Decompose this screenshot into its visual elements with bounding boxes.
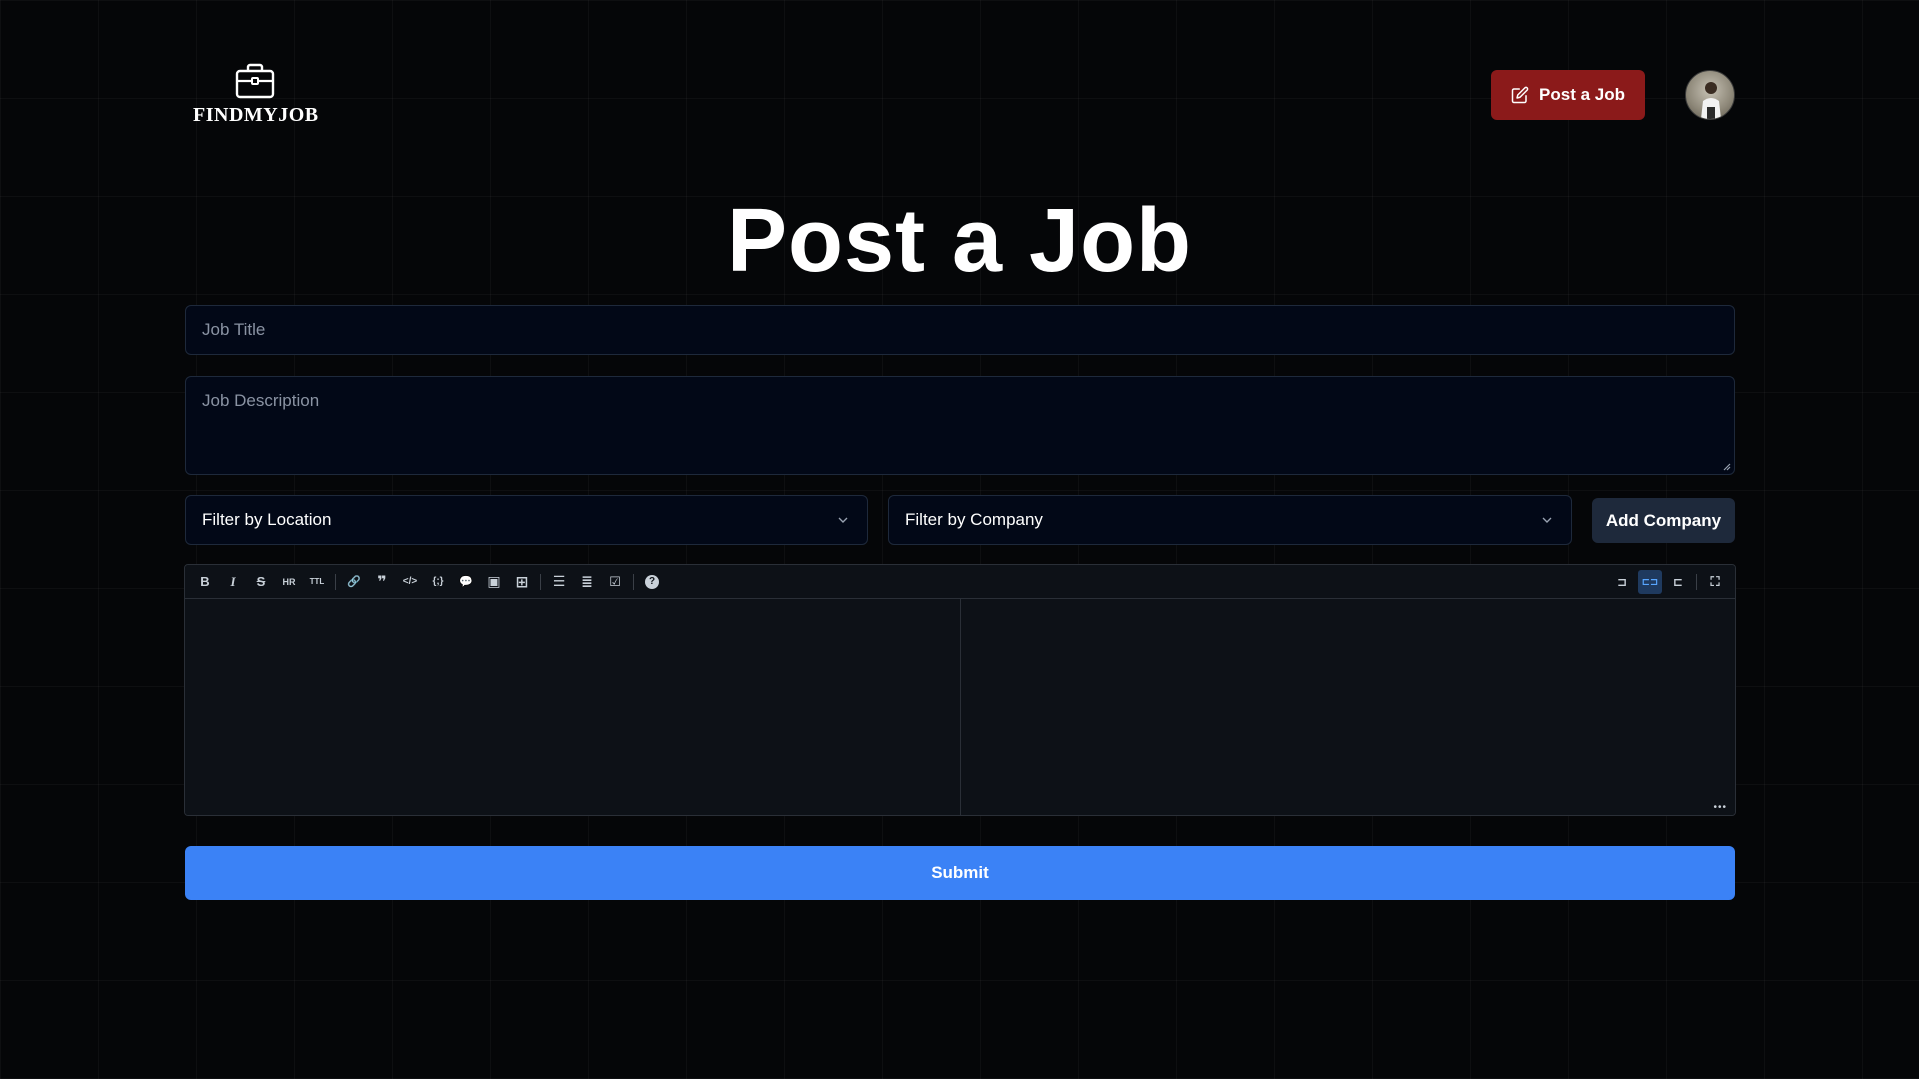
hr-icon[interactable]: HR bbox=[277, 570, 301, 594]
user-avatar-icon bbox=[1701, 82, 1721, 119]
job-title-input[interactable] bbox=[185, 305, 1735, 355]
company-select[interactable]: Filter by Company bbox=[888, 495, 1572, 545]
ordered-list-icon[interactable]: ≣ bbox=[575, 570, 599, 594]
edit-mode-icon[interactable]: ⊐ bbox=[1610, 570, 1634, 594]
editor-mode-toolbar: ⊐ ⊏⊐ ⊏ ⛶ bbox=[1608, 570, 1729, 594]
code-icon[interactable]: </> bbox=[398, 570, 422, 594]
briefcase-icon bbox=[235, 63, 275, 99]
image-icon[interactable]: ▣ bbox=[482, 570, 506, 594]
post-job-page: FINDMYJOB Post a Job Post a Job Filter b… bbox=[0, 0, 1919, 1079]
toolbar-divider bbox=[335, 573, 336, 590]
submit-button[interactable]: Submit bbox=[185, 846, 1735, 900]
post-job-label: Post a Job bbox=[1539, 85, 1625, 104]
bold-icon[interactable]: B bbox=[193, 570, 217, 594]
resize-grip-icon[interactable] bbox=[1721, 461, 1731, 471]
help-icon[interactable]: ? bbox=[640, 570, 664, 594]
editor-preview-pane bbox=[961, 599, 1735, 815]
location-select[interactable]: Filter by Location bbox=[185, 495, 868, 545]
editor-input-pane[interactable] bbox=[185, 599, 961, 815]
job-description-input[interactable] bbox=[185, 376, 1735, 475]
fullscreen-icon[interactable]: ⛶ bbox=[1703, 570, 1727, 594]
italic-icon[interactable]: I bbox=[221, 570, 245, 594]
code-block-icon[interactable]: {;} bbox=[426, 570, 450, 594]
chevron-down-icon bbox=[1542, 517, 1552, 523]
toolbar-divider bbox=[540, 573, 541, 590]
toolbar-divider bbox=[1696, 574, 1697, 590]
markdown-editor: B I S HR TTL 🔗 ❞ </> {;} 💬 ▣ ⊞ ☰ ≣ ☑ ? ⊐… bbox=[184, 564, 1736, 816]
preview-mode-icon[interactable]: ⊏ bbox=[1666, 570, 1690, 594]
logo[interactable]: FINDMYJOB bbox=[193, 62, 319, 127]
add-company-button[interactable]: Add Company bbox=[1592, 498, 1735, 543]
page-title: Post a Job bbox=[726, 191, 1193, 291]
live-mode-icon[interactable]: ⊏⊐ bbox=[1638, 570, 1662, 594]
table-icon[interactable]: ⊞ bbox=[510, 570, 534, 594]
quote-icon[interactable]: ❞ bbox=[370, 570, 394, 594]
help-icon-glyph: ? bbox=[645, 574, 659, 589]
edit-icon bbox=[1511, 86, 1529, 104]
link-icon[interactable]: 🔗 bbox=[342, 570, 366, 594]
title-icon[interactable]: TTL bbox=[305, 570, 329, 594]
location-select-value: Filter by Location bbox=[202, 510, 332, 529]
post-job-button[interactable]: Post a Job bbox=[1491, 70, 1645, 120]
checked-list-icon[interactable]: ☑ bbox=[603, 570, 627, 594]
company-select-value: Filter by Company bbox=[905, 510, 1043, 529]
comment-icon[interactable]: 💬 bbox=[454, 570, 478, 594]
logo-text: FINDMYJOB bbox=[193, 104, 319, 126]
avatar[interactable] bbox=[1685, 70, 1735, 120]
editor-toolbar: B I S HR TTL 🔗 ❞ </> {;} 💬 ▣ ⊞ ☰ ≣ ☑ ? ⊐… bbox=[185, 565, 1735, 599]
strikethrough-icon[interactable]: S bbox=[249, 570, 273, 594]
editor-resize-handle[interactable]: ••• bbox=[1713, 802, 1727, 813]
toolbar-divider bbox=[633, 573, 634, 590]
unordered-list-icon[interactable]: ☰ bbox=[547, 570, 571, 594]
chevron-down-icon bbox=[838, 517, 848, 523]
editor-body bbox=[185, 599, 1735, 815]
